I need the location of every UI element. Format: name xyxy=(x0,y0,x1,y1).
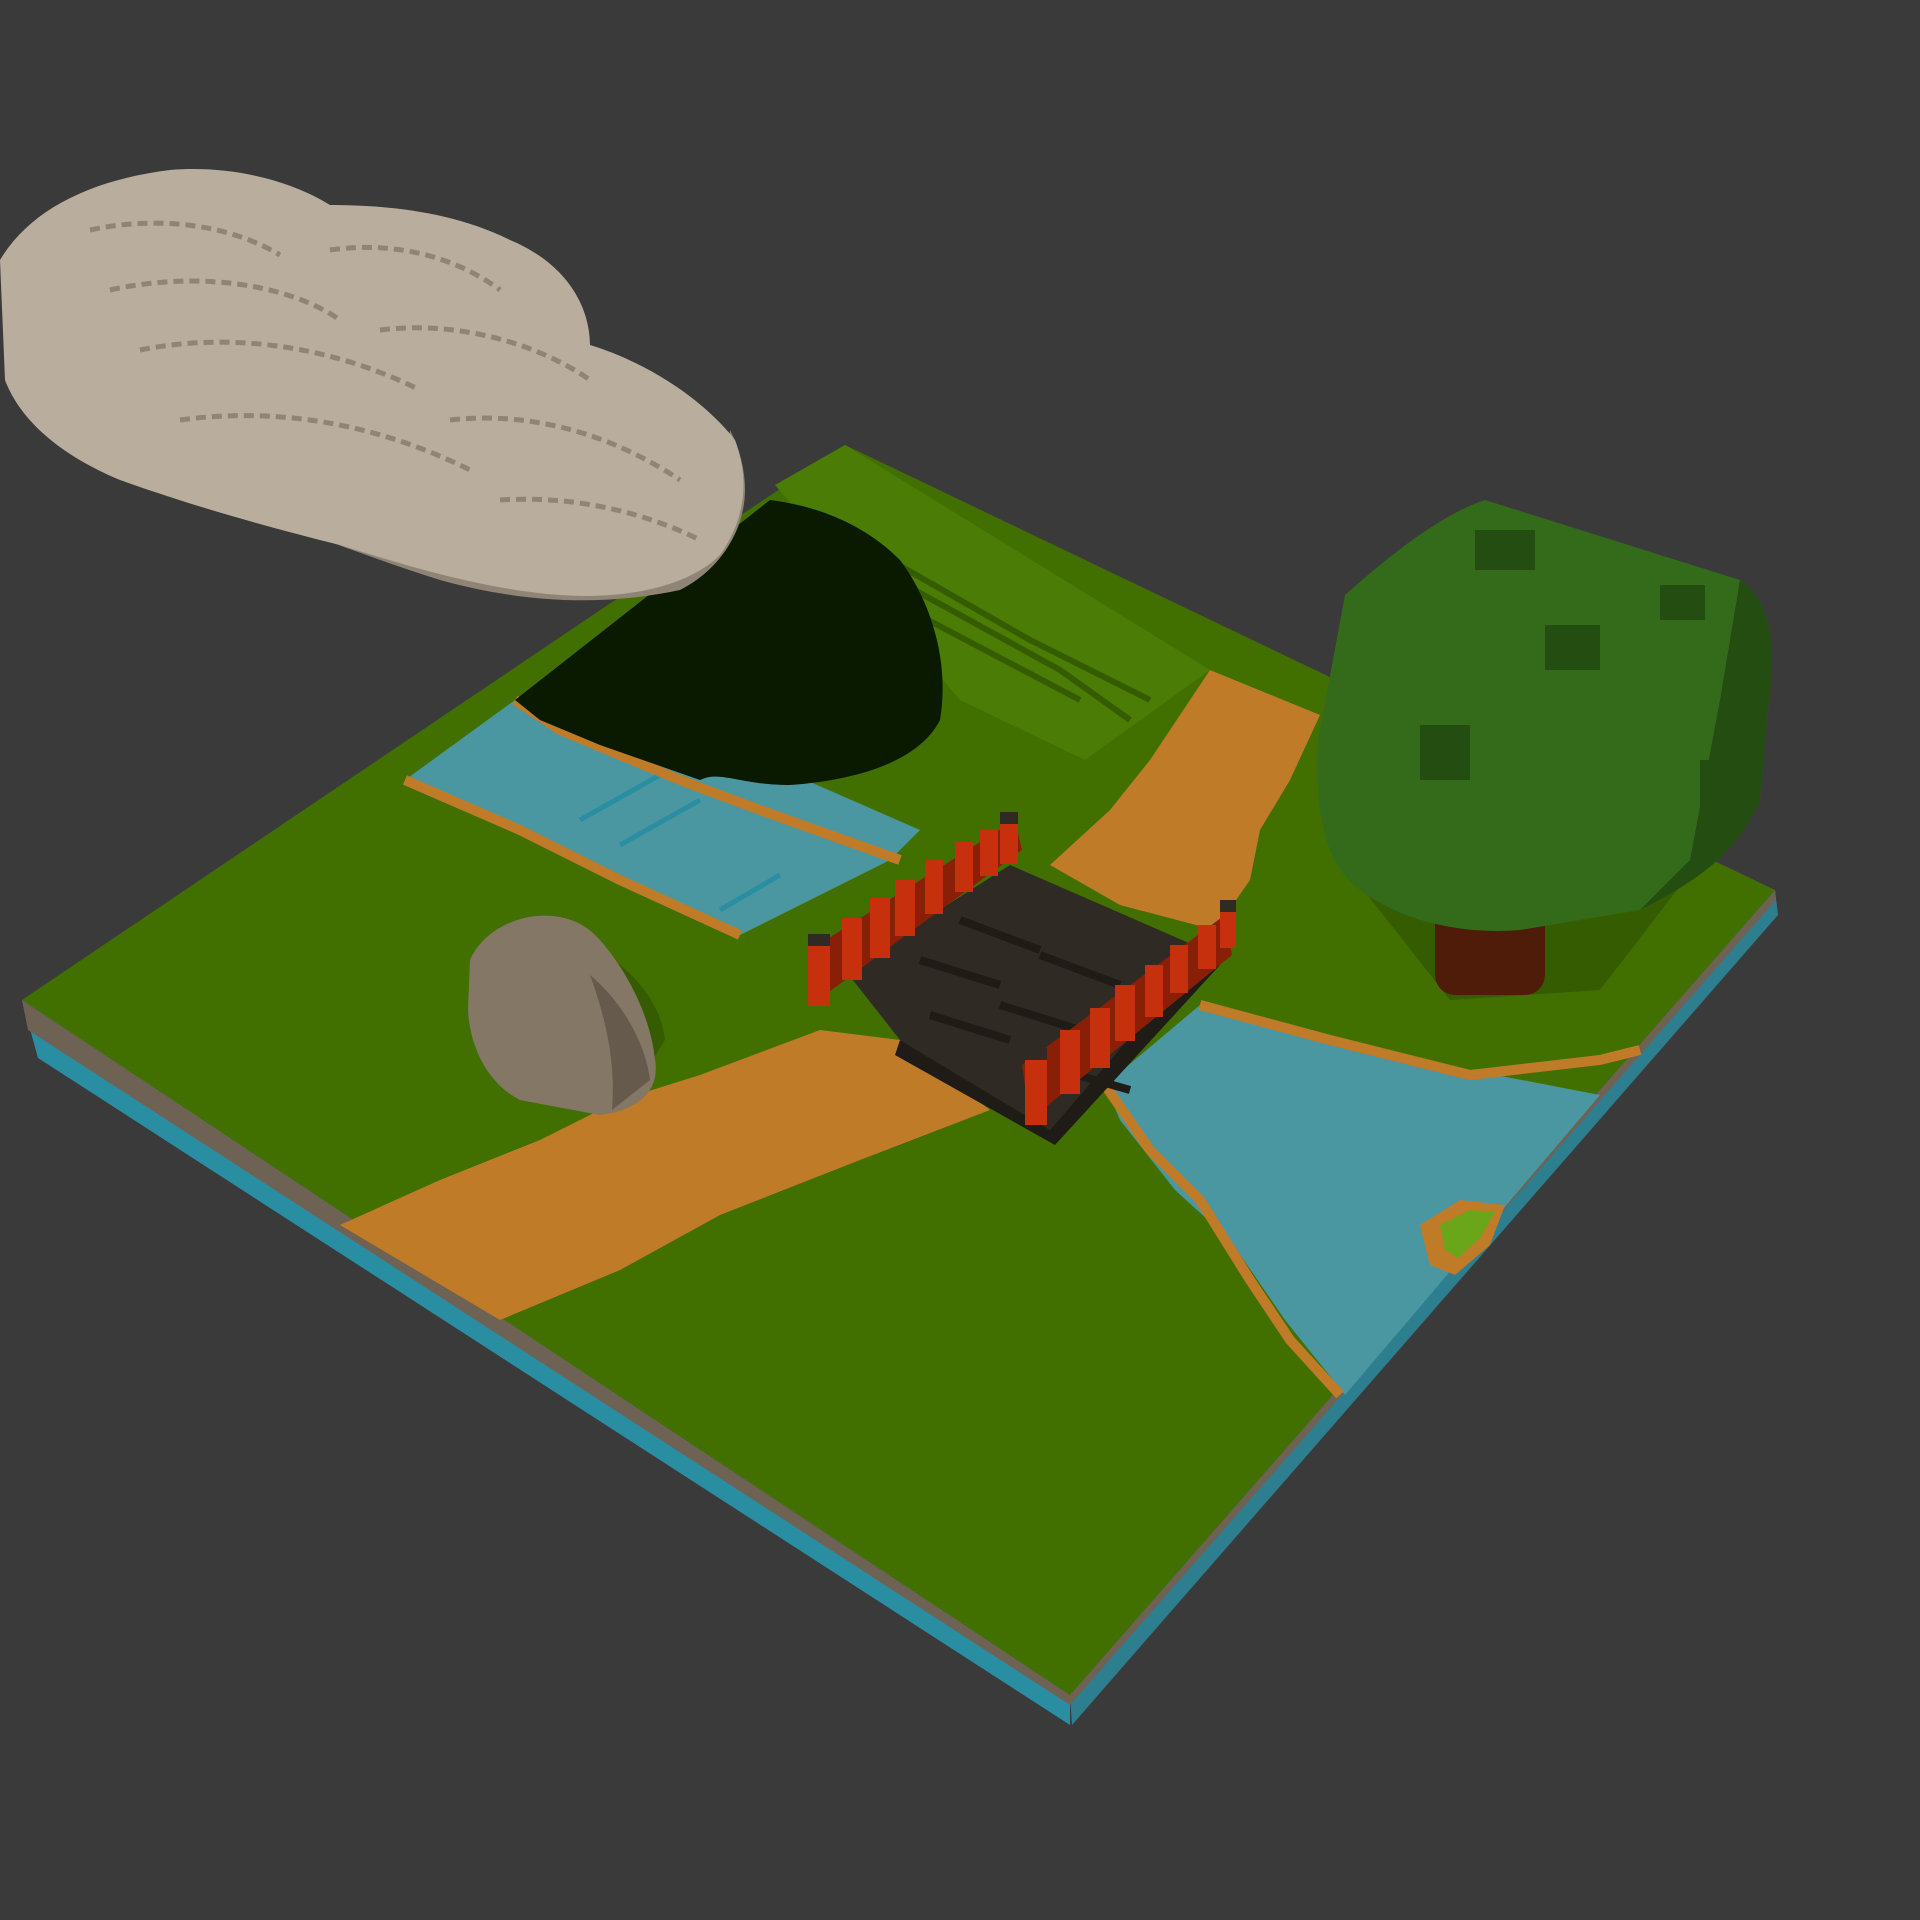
game-viewport[interactable] xyxy=(0,0,1920,1920)
voxel-scene[interactable] xyxy=(0,0,1920,1920)
